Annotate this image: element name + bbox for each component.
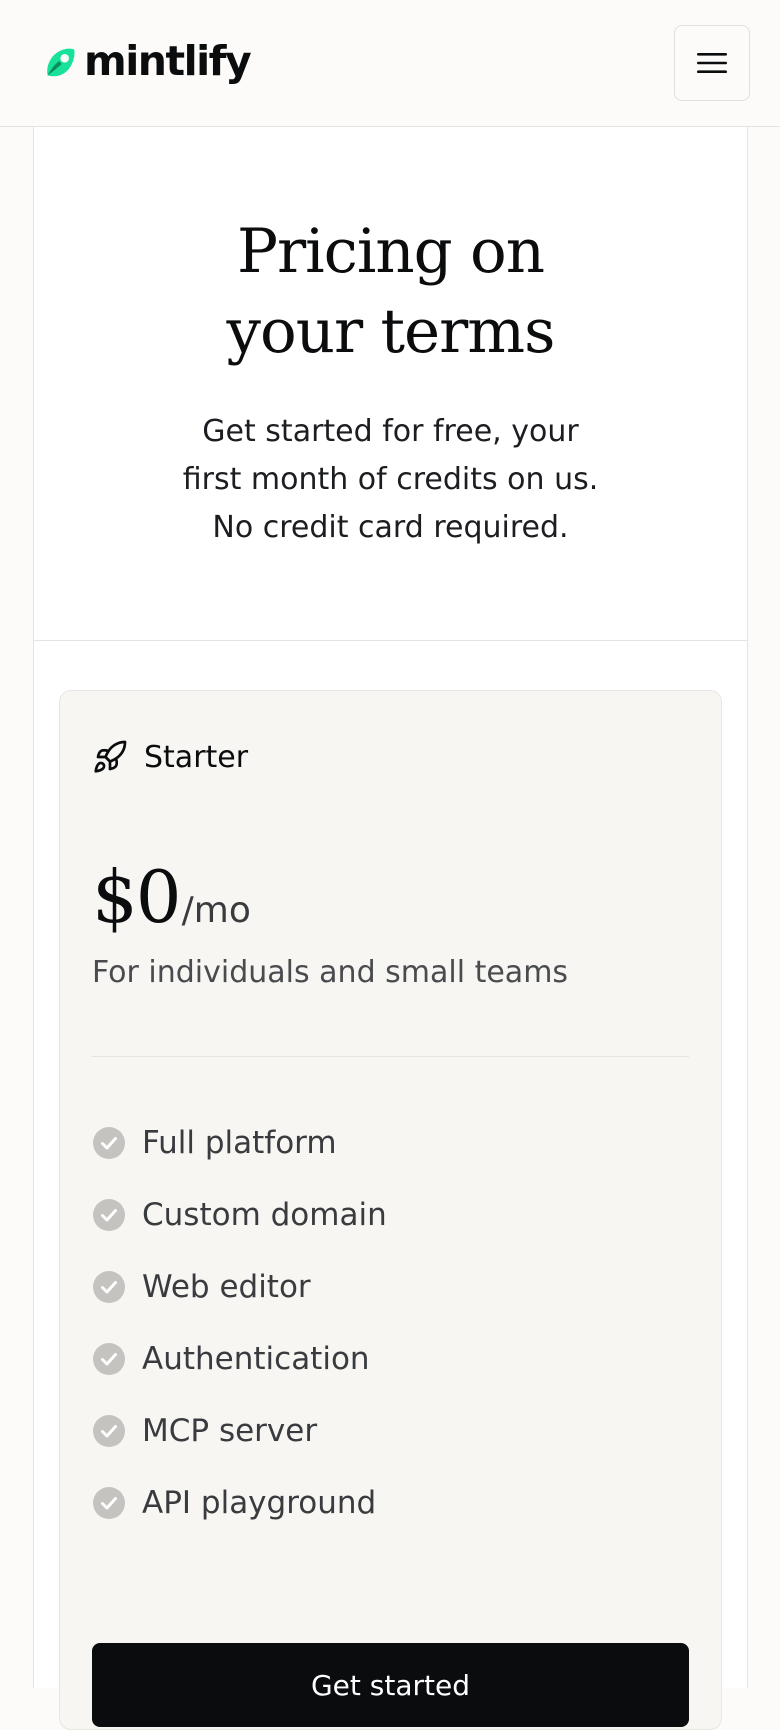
check-circle-icon (93, 1343, 125, 1375)
check-circle-icon (93, 1127, 125, 1159)
feature-label: API playground (142, 1485, 377, 1521)
page-title: Pricing on your terms (131, 212, 651, 372)
feature-label: Web editor (142, 1269, 311, 1305)
page-subtitle: Get started for free, your first month o… (161, 408, 621, 552)
feature-label: Authentication (142, 1341, 370, 1377)
plan-header: Starter (92, 739, 689, 775)
check-circle-icon (93, 1199, 125, 1231)
page-subtitle-line-3: No credit card required. (212, 510, 569, 545)
page-title-line-2: your terms (226, 296, 556, 367)
feature-item: API playground (92, 1467, 689, 1539)
check-circle-icon (93, 1487, 125, 1519)
price-period: /mo (181, 890, 251, 931)
feature-item: Web editor (92, 1251, 689, 1323)
page-subtitle-line-2: first month of credits on us. (182, 462, 599, 497)
feature-item: Custom domain (92, 1179, 689, 1251)
feature-label: Full platform (142, 1125, 337, 1161)
get-started-button[interactable]: Get started (92, 1643, 689, 1727)
mintlify-logo-icon (47, 48, 75, 77)
hamburger-menu-icon (697, 53, 727, 73)
pricing-hero: Pricing on your terms Get started for fr… (34, 127, 747, 641)
top-nav: mintlify (0, 0, 780, 127)
feature-item: Full platform (92, 1107, 689, 1179)
feature-label: MCP server (142, 1413, 318, 1449)
logo-wordmark: mintlify (84, 36, 252, 85)
rocket-icon (94, 740, 127, 773)
plan-name: Starter (144, 739, 249, 775)
page-subtitle-line-1: Get started for free, your (202, 414, 579, 449)
divider (92, 1056, 689, 1057)
price-amount: $0 (92, 855, 182, 939)
feature-label: Custom domain (142, 1197, 387, 1233)
menu-button[interactable] (674, 25, 750, 101)
plan-description: For individuals and small teams (92, 955, 569, 990)
check-circle-icon (93, 1415, 125, 1447)
feature-item: Authentication (92, 1323, 689, 1395)
plan-price: $0 /mo (92, 861, 689, 933)
mintlify-logo[interactable]: mintlify (40, 36, 252, 85)
starter-plan-card: Starter $0 /mo For individuals and small… (59, 690, 722, 1730)
feature-list: Full platform Custom domain Web editor A… (92, 1107, 689, 1539)
pricing-frame: Pricing on your terms Get started for fr… (33, 127, 748, 1730)
page-title-line-1: Pricing on (236, 216, 545, 287)
feature-item: MCP server (92, 1395, 689, 1467)
check-circle-icon (93, 1271, 125, 1303)
